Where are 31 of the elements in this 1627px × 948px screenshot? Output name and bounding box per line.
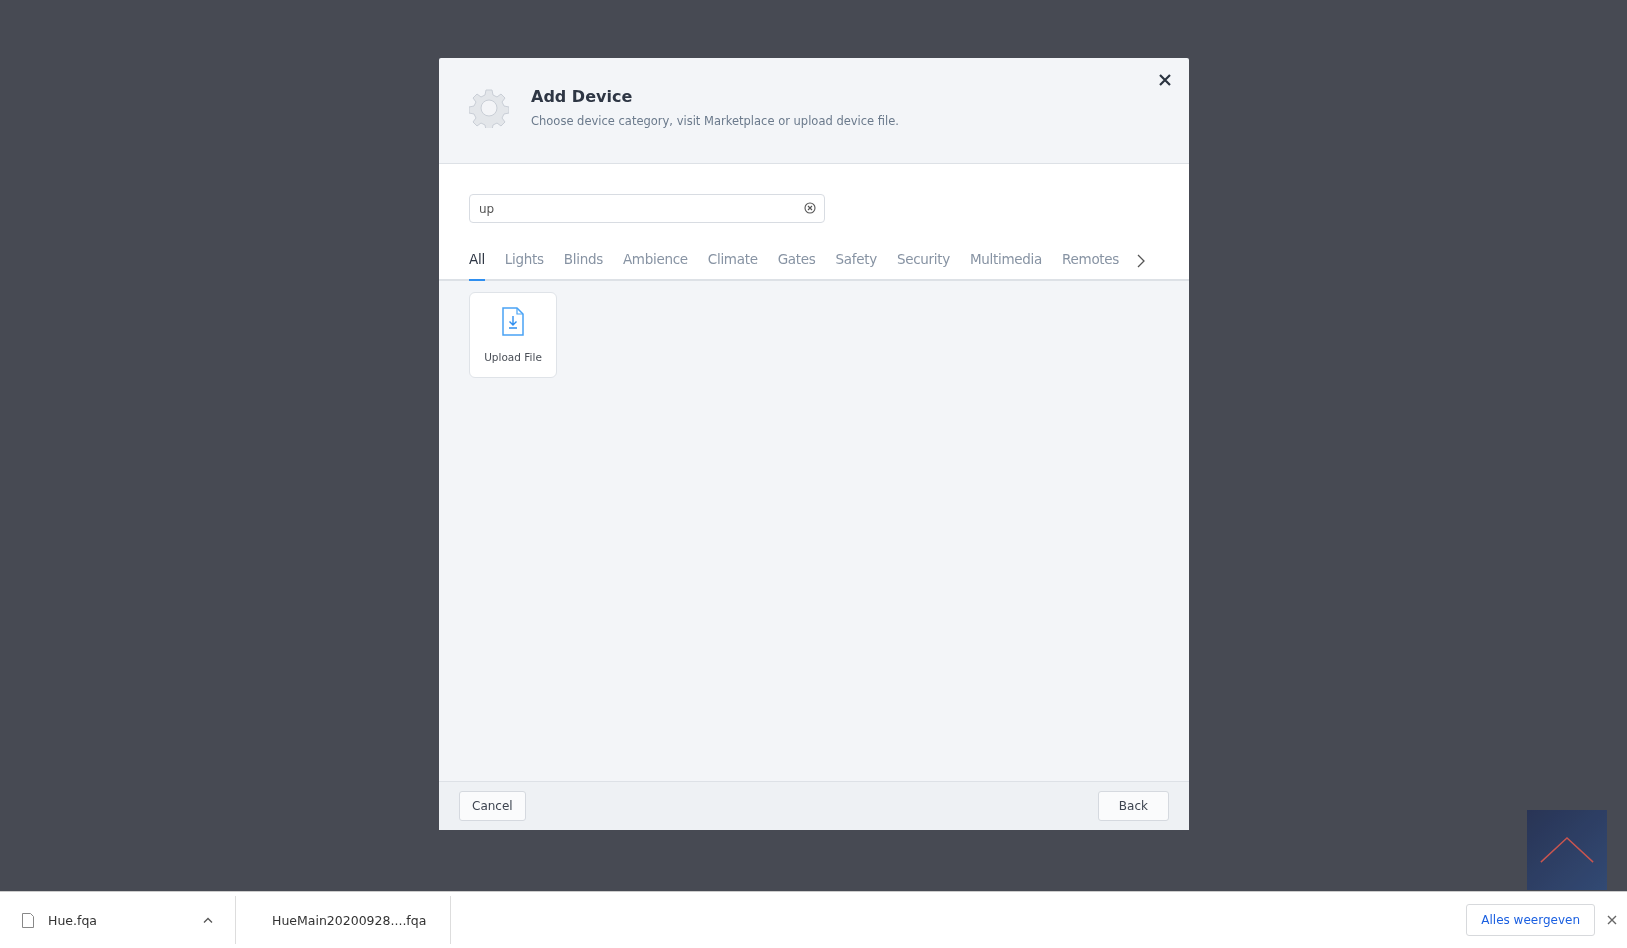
search-field[interactable]: up — [469, 194, 825, 223]
file-icon — [22, 912, 34, 928]
category-tab[interactable]: Climate — [707, 243, 758, 281]
dialog-subtitle: Choose device category, visit Marketplace or upload device file. — [531, 114, 899, 128]
download-item[interactable]: HueMain20200928....fqa — [236, 896, 451, 944]
category-tab[interactable]: Multimedia — [970, 243, 1043, 281]
category-tab[interactable]: Ambience — [622, 243, 688, 281]
chevron-up-icon — [1538, 836, 1596, 864]
category-tab[interactable]: Lights — [504, 243, 544, 281]
category-tab[interactable]: Remotes — [1062, 243, 1120, 281]
category-tab[interactable]: Security — [896, 243, 950, 281]
file-download-icon — [501, 307, 525, 337]
file-name: HueMain20200928....fqa — [272, 912, 427, 928]
clear-icon[interactable] — [804, 202, 816, 214]
file-name: Hue.fqa — [48, 912, 98, 928]
caret-up-icon[interactable] — [203, 917, 213, 923]
download-item[interactable]: Hue.fqa — [0, 896, 236, 944]
gear-icon — [469, 87, 509, 128]
close-icon — [1159, 74, 1171, 86]
dialog-title: Add Device — [531, 87, 634, 106]
category-tab[interactable]: All — [469, 243, 485, 281]
upload-file-tile[interactable]: Upload File — [469, 292, 557, 378]
cancel-button[interactable]: Cancel — [459, 791, 526, 821]
category-tab[interactable]: Blinds — [563, 243, 603, 281]
back-button[interactable]: Back — [1097, 791, 1169, 821]
category-tab[interactable]: Safety — [835, 243, 877, 281]
tile-label: Upload File — [484, 351, 542, 363]
close-icon[interactable] — [1607, 915, 1617, 925]
chevron-right-icon[interactable] — [1137, 254, 1146, 268]
category-tab[interactable]: Gates — [777, 243, 816, 281]
show-all-button[interactable]: Alles weergeven — [1466, 904, 1595, 936]
